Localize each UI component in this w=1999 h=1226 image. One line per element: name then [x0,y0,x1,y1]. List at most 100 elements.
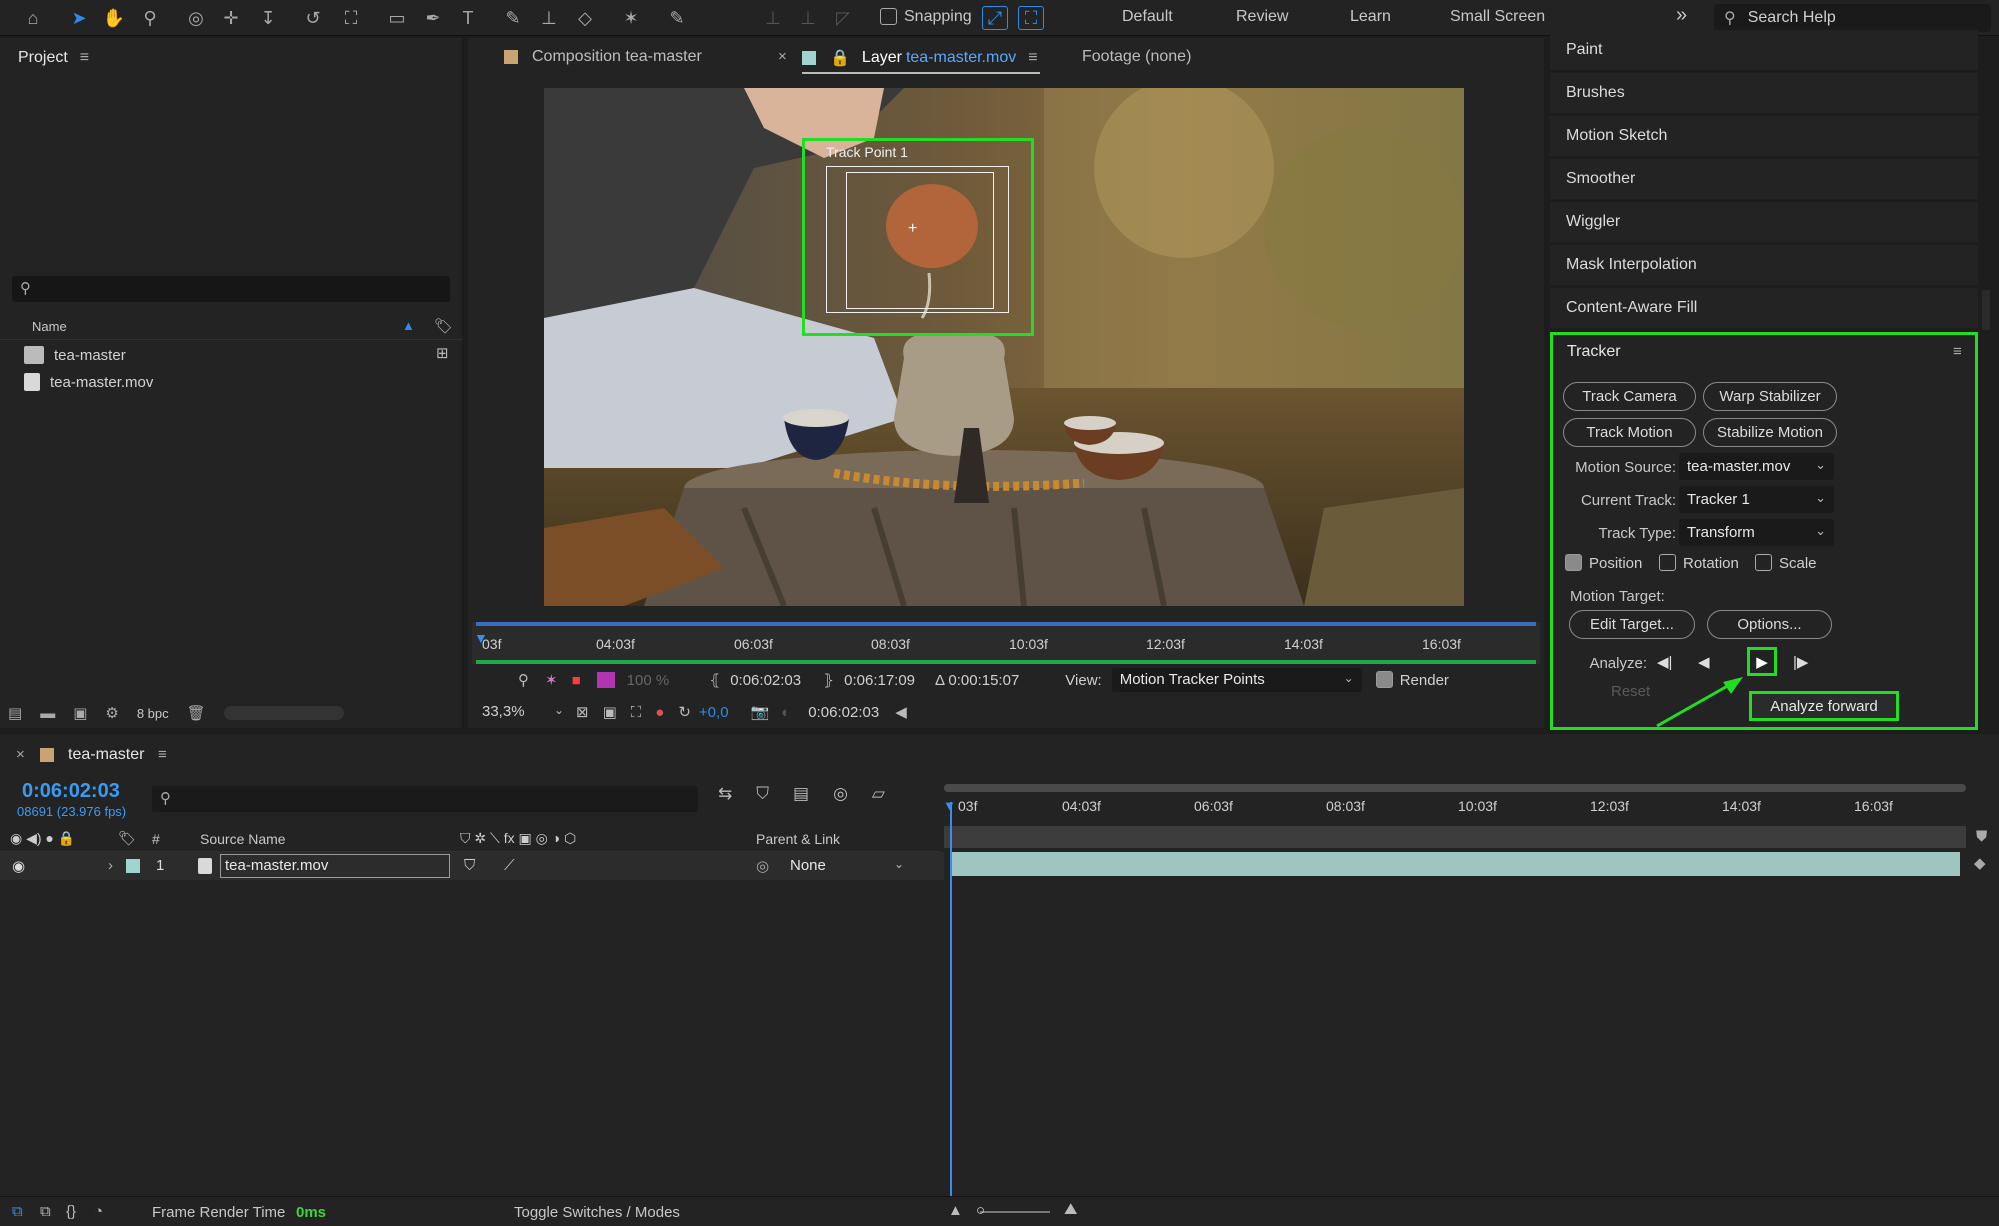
analyze-forward-one-frame-icon[interactable]: |▶ [1793,653,1808,671]
panel-wiggler[interactable]: Wiggler [1550,202,1978,242]
motion-source-dropdown[interactable]: tea-master.mov ⌄ [1679,453,1834,480]
comp-mini-flowchart-icon[interactable]: ⇆ [718,784,732,814]
reset-exposure-icon[interactable]: ↻ [678,703,691,721]
axis-view-icon[interactable]: ◸ [830,6,856,30]
project-item[interactable]: tea-master [24,342,126,368]
thumbnail-slider[interactable] [223,706,344,720]
analyze-backward-icon[interactable]: ◀ [1698,653,1710,671]
chevron-right-icon[interactable]: › [108,857,113,874]
pick-whip-icon[interactable]: ◎ [756,857,769,875]
workspace-default[interactable]: Default [1122,8,1173,26]
search-help-field[interactable]: ⚲ Search Help [1714,4,1991,32]
hand-tool-icon[interactable]: ✋ [101,6,127,30]
out-point-time[interactable]: 0:06:17:09 [844,672,915,689]
timeline-comp-name[interactable]: tea-master [68,746,144,764]
axis-world-icon[interactable]: ⊥ [795,6,821,30]
playhead-icon[interactable]: ▼ [943,798,956,813]
orbit-camera-icon[interactable]: ◎ [183,6,209,30]
workspace-small-screen[interactable]: Small Screen [1450,8,1545,26]
position-checkbox[interactable] [1565,554,1582,571]
panel-mask-interpolation[interactable]: Mask Interpolation [1550,245,1978,285]
pan-behind-icon[interactable]: ⛶ [338,6,364,30]
panel-smoother[interactable]: Smoother [1550,159,1978,199]
current-time-readout[interactable]: 0:06:02:03 [808,704,879,721]
reset-button[interactable]: Reset [1611,683,1650,700]
always-preview-icon[interactable]: ◀ [895,703,907,721]
axis-local-icon[interactable]: ⊥ [760,6,786,30]
panel-paint[interactable]: Paint [1550,30,1978,70]
in-point-time[interactable]: 0:06:02:03 [730,672,801,689]
in-point-icon[interactable]: ⦃ [709,671,720,689]
label-tag-icon[interactable]: 🏷 [434,317,453,335]
shy-layers-icon[interactable]: ■ [572,672,581,689]
type-tool-icon[interactable]: T [455,6,481,30]
tab-composition[interactable]: Composition tea-master [504,48,702,66]
draft-3d-toggle-icon[interactable]: ⛉ [756,784,769,814]
out-point-icon[interactable]: ⦄ [823,671,834,689]
layer-label-color[interactable] [126,859,140,873]
options-button[interactable]: Options... [1707,610,1832,639]
motion-blur-icon[interactable]: ✶ [545,671,558,689]
parent-dropdown[interactable]: None ⌄ [782,855,908,877]
draft-3d-icon[interactable]: ⚲ [518,671,529,689]
panel-menu-icon[interactable]: ≡ [1028,49,1040,67]
rectangle-tool-icon[interactable]: ▭ [384,6,410,30]
clone-stamp-icon[interactable]: ⊥ [536,6,562,30]
zoom-tool-icon[interactable]: ⚲ [137,6,163,30]
stabilize-motion-button[interactable]: Stabilize Motion [1703,418,1837,447]
layer-row[interactable]: ◉ › 1 tea-master.mov ⛉ ⟋ ◎ None ⌄ [0,852,944,880]
quality-switch-icon[interactable]: ⟋ [504,857,515,874]
lock-icon[interactable]: 🔒 [830,48,850,68]
analyze-backward-one-frame-icon[interactable]: ◀| [1657,653,1672,671]
fast-previews-icon[interactable]: ⊠ [576,703,589,721]
comp-marker-bin-icon[interactable]: ⛊ [1976,828,1987,845]
snap-edges-icon[interactable]: ⤢ [982,6,1008,30]
selection-tool-icon[interactable]: ➤ [66,6,92,30]
motion-blur-toggle-icon[interactable]: ◎ [833,784,848,814]
eye-icon[interactable]: ◉ [12,857,25,875]
graph-editor-icon[interactable]: ▱ [872,784,885,814]
comp-button-icon[interactable]: ◆ [1974,854,1986,872]
visibility-header-icon[interactable]: ◉ ◀) ● 🔒 [10,830,75,847]
dolly-camera-icon[interactable]: ↧ [255,6,281,30]
trash-icon[interactable]: 🗑 [187,704,206,722]
track-motion-button[interactable]: Track Motion [1563,418,1696,447]
in-out-icon[interactable]: {} [66,1203,76,1220]
tab-footage[interactable]: Footage (none) [1082,48,1191,66]
flowchart-icon[interactable]: ⊞ [436,344,449,362]
timeline-ruler[interactable]: 03f 04:03f 06:03f 08:03f 10:03f 12:03f 1… [944,784,1970,820]
zoom-out-icon[interactable]: ▲ [948,1202,963,1219]
track-point-attach-icon[interactable]: + [908,220,917,238]
panel-motion-sketch[interactable]: Motion Sketch [1550,116,1978,156]
bpc-label[interactable]: 8 bpc [137,706,169,721]
interpret-footage-icon[interactable]: ▤ [8,704,22,722]
warp-stabilizer-button[interactable]: Warp Stabilizer [1703,382,1837,411]
timeline-timecode[interactable]: 0:06:02:03 [22,780,120,803]
tab-layer[interactable]: 🔒 Layer tea-master.mov ≡ [802,48,1041,74]
eraser-tool-icon[interactable]: ◇ [572,6,598,30]
project-settings-icon[interactable]: ⚙ [105,704,118,722]
video-frame[interactable]: Track Point 1 + [544,88,1464,606]
workspace-review[interactable]: Review [1236,8,1288,26]
zoom-pct[interactable]: 100 % [627,672,670,689]
panel-menu-icon[interactable]: ≡ [158,746,167,763]
snapping-toggle[interactable]: Snapping [880,7,972,26]
frame-blending-icon[interactable]: ▤ [793,784,809,814]
view-dropdown[interactable]: Motion Tracker Points ⌄ [1111,668,1362,692]
close-tab-icon[interactable]: × [778,48,787,65]
time-navigator-bar[interactable] [944,784,1966,792]
timeline-playhead[interactable] [950,802,952,1196]
puppet-pin-icon[interactable]: ✎ [664,6,690,30]
edit-target-button[interactable]: Edit Target... [1569,610,1695,639]
snapping-checkbox[interactable] [880,7,897,25]
position-toggle[interactable]: Position [1565,554,1642,572]
track-point-feature-region[interactable] [846,172,994,309]
playhead-icon[interactable]: ▼ [474,630,488,650]
sort-ascending-icon[interactable]: ▲ [402,318,415,333]
workspace-overflow-icon[interactable]: » [1676,4,1687,27]
track-type-dropdown[interactable]: Transform ⌄ [1679,519,1834,546]
rotation-toggle[interactable]: Rotation [1659,554,1739,572]
brush-tool-icon[interactable]: ✎ [500,6,526,30]
render-checkbox[interactable] [1375,670,1393,688]
rotation-checkbox[interactable] [1659,554,1676,571]
